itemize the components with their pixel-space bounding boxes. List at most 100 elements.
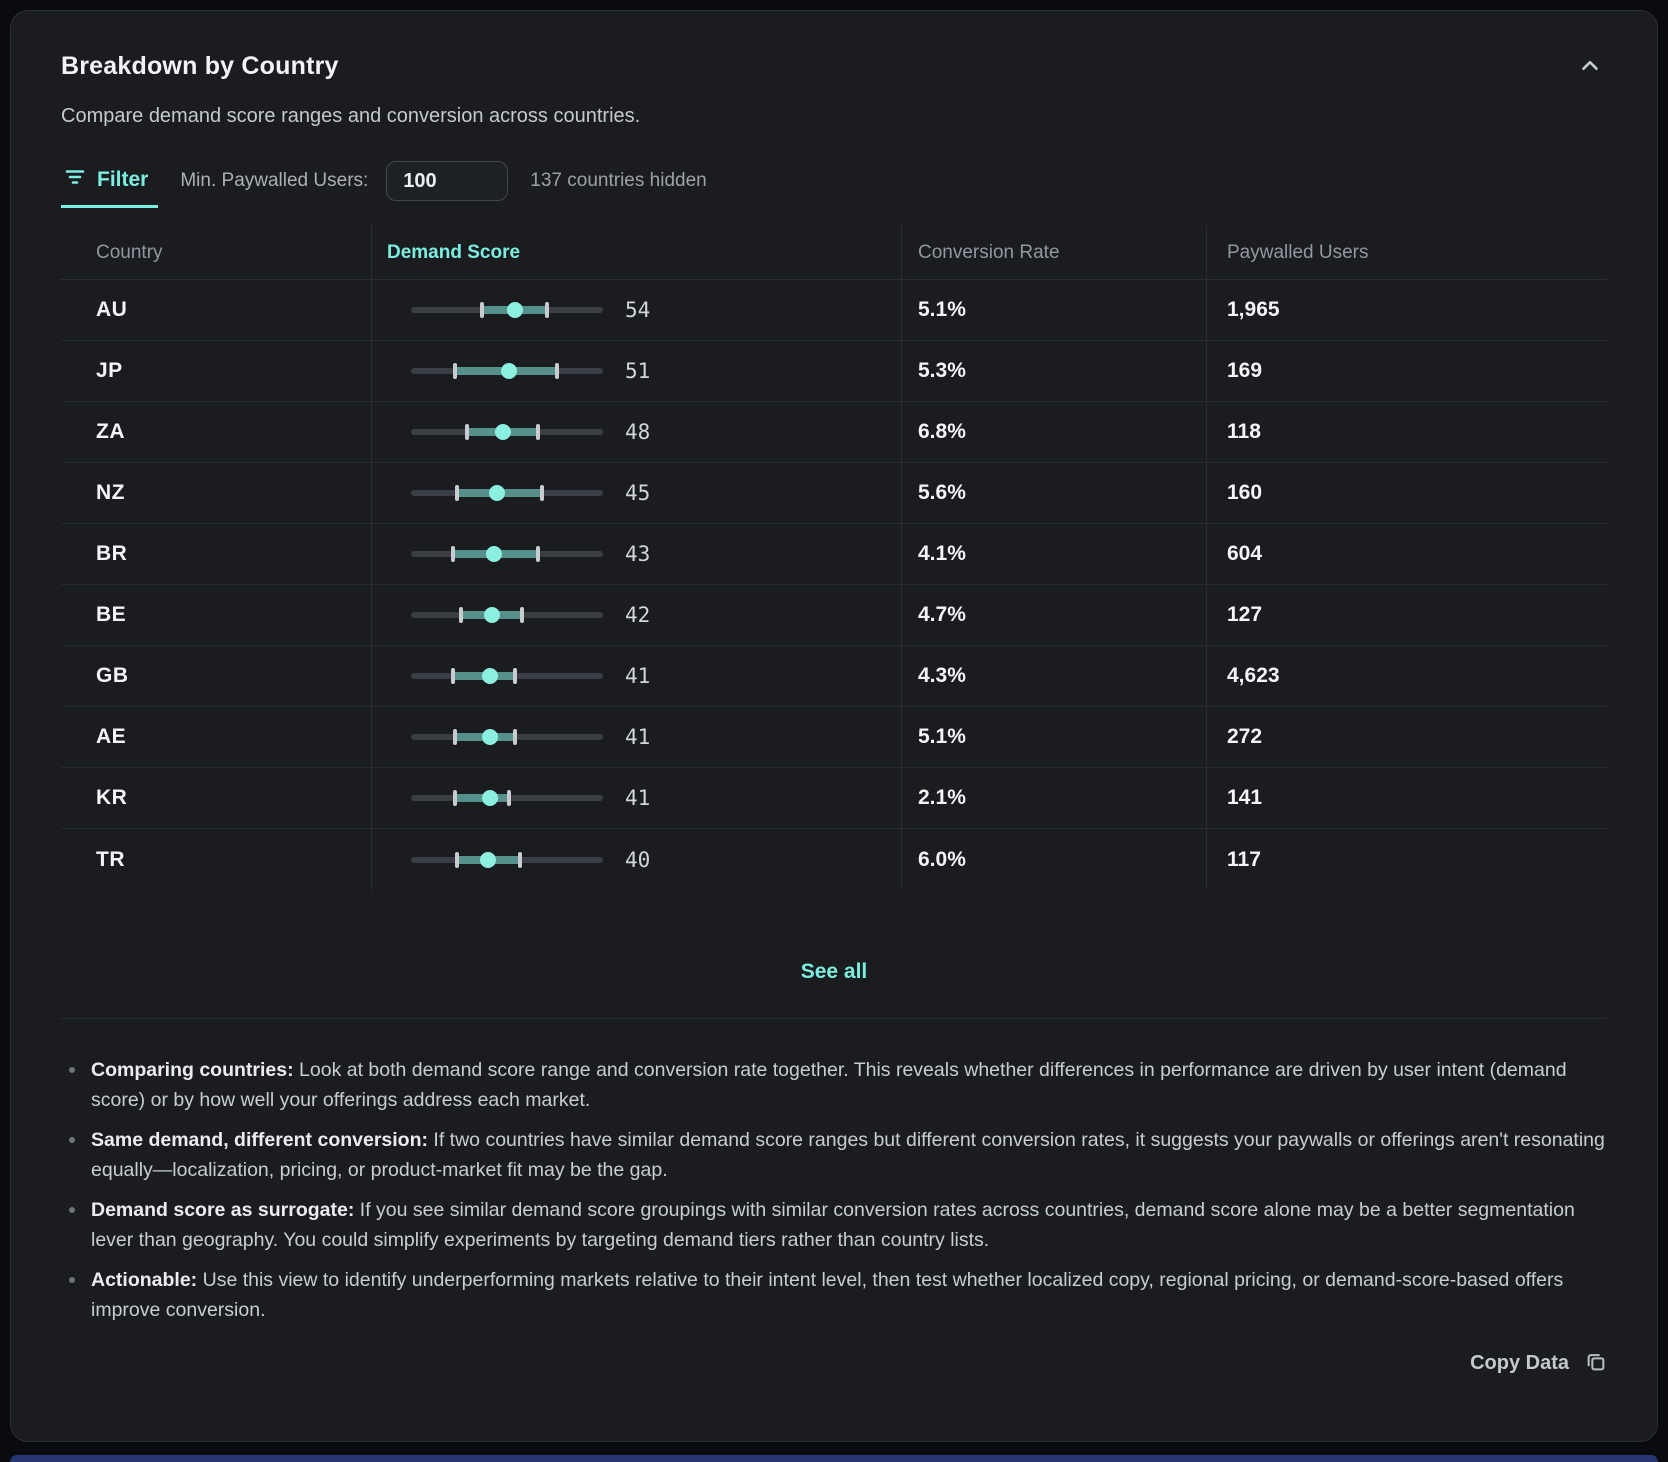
next-card-peek — [10, 1455, 1658, 1462]
slider-min-whisker — [465, 424, 469, 440]
note-lead: Actionable: — [91, 1269, 197, 1291]
conversion-rate-value: 4.7% — [918, 603, 966, 627]
country-code: AU — [96, 298, 127, 322]
filter-tab-label: Filter — [97, 168, 148, 192]
paywalled-users-value: 604 — [1227, 542, 1262, 566]
conversion-rate-value: 6.8% — [918, 420, 966, 444]
copy-icon — [1585, 1351, 1607, 1376]
slider-min-whisker — [451, 546, 455, 562]
min-paywalled-users-label: Min. Paywalled Users: — [180, 170, 368, 192]
column-header-country[interactable]: Country — [96, 242, 163, 264]
country-table: Country Demand Score Conversion Rate Pay… — [61, 226, 1607, 890]
card-subtitle: Compare demand score ranges and conversi… — [61, 105, 1607, 128]
slider-max-whisker — [513, 668, 517, 684]
slider-score-dot — [489, 485, 505, 501]
paywalled-users-value: 117 — [1227, 848, 1261, 872]
demand-score-range-slider — [411, 725, 603, 749]
table-row: NZ 45 5.6% 160 — [61, 463, 1607, 524]
slider-max-whisker — [545, 302, 549, 318]
slider-min-whisker — [453, 790, 457, 806]
card-header: Breakdown by Country — [61, 49, 1607, 83]
table-row: BR 43 4.1% 604 — [61, 524, 1607, 585]
note-text: Look at both demand score range and conv… — [91, 1059, 1567, 1111]
paywalled-users-value: 169 — [1227, 359, 1262, 383]
slider-min-whisker — [453, 363, 457, 379]
conversion-rate-value: 4.3% — [918, 664, 966, 688]
country-code: GB — [96, 664, 129, 688]
demand-score-range-slider — [411, 298, 603, 322]
demand-score-value: 54 — [625, 298, 650, 322]
table-row: BE 42 4.7% 127 — [61, 585, 1607, 646]
conversion-rate-value: 5.1% — [918, 298, 966, 322]
slider-min-whisker — [480, 302, 484, 318]
paywalled-users-value: 118 — [1227, 420, 1261, 444]
hidden-countries-summary: 137 countries hidden — [530, 170, 706, 192]
slider-max-whisker — [540, 485, 544, 501]
min-paywalled-users-input[interactable] — [386, 161, 508, 201]
slider-max-whisker — [555, 363, 559, 379]
conversion-rate-value: 2.1% — [918, 786, 966, 810]
paywalled-users-value: 4,623 — [1227, 664, 1280, 688]
slider-score-dot — [484, 607, 500, 623]
card-footer: Copy Data — [61, 1351, 1607, 1376]
note-lead: Comparing countries: — [91, 1059, 294, 1081]
slider-max-whisker — [513, 729, 517, 745]
conversion-rate-value: 4.1% — [918, 542, 966, 566]
collapse-button[interactable] — [1573, 49, 1607, 83]
demand-score-range-slider — [411, 481, 603, 505]
country-code: NZ — [96, 481, 125, 505]
demand-score-range-slider — [411, 786, 603, 810]
demand-score-range-slider — [411, 603, 603, 627]
slider-score-dot — [482, 790, 498, 806]
slider-score-dot — [480, 852, 496, 868]
note-lead: Same demand, different conversion: — [91, 1129, 428, 1151]
slider-min-whisker — [451, 668, 455, 684]
paywalled-users-value: 127 — [1227, 603, 1262, 627]
table-row: AE 41 5.1% 272 — [61, 707, 1607, 768]
slider-max-whisker — [536, 424, 540, 440]
conversion-rate-value: 5.6% — [918, 481, 966, 505]
slider-score-dot — [507, 302, 523, 318]
slider-max-whisker — [520, 607, 524, 623]
column-header-conversion-rate[interactable]: Conversion Rate — [918, 242, 1060, 264]
conversion-rate-value: 5.1% — [918, 725, 966, 749]
table-row: ZA 48 6.8% 118 — [61, 402, 1607, 463]
slider-min-whisker — [459, 607, 463, 623]
demand-score-value: 41 — [625, 725, 650, 749]
breakdown-card: Breakdown by Country Compare demand scor… — [10, 10, 1658, 1442]
demand-score-value: 48 — [625, 420, 650, 444]
insight-note: Demand score as surrogate: If you see si… — [61, 1195, 1607, 1255]
country-code: BE — [96, 603, 126, 627]
table-row: TR 40 6.0% 117 — [61, 829, 1607, 890]
table-row: JP 51 5.3% 169 — [61, 341, 1607, 402]
note-lead: Demand score as surrogate: — [91, 1199, 354, 1221]
slider-min-whisker — [455, 852, 459, 868]
slider-min-whisker — [455, 485, 459, 501]
insight-note: Comparing countries: Look at both demand… — [61, 1055, 1607, 1115]
see-all-link[interactable]: See all — [801, 960, 868, 984]
demand-score-value: 41 — [625, 786, 650, 810]
slider-max-whisker — [507, 790, 511, 806]
country-code: BR — [96, 542, 127, 566]
filter-tab[interactable]: Filter — [61, 154, 158, 208]
table-row: GB 41 4.3% 4,623 — [61, 646, 1607, 707]
demand-score-value: 40 — [625, 848, 650, 872]
column-header-demand-score[interactable]: Demand Score — [387, 242, 520, 264]
table-row: KR 41 2.1% 141 — [61, 768, 1607, 829]
paywalled-users-value: 160 — [1227, 481, 1262, 505]
copy-data-label: Copy Data — [1470, 1352, 1569, 1375]
copy-data-button[interactable]: Copy Data — [1470, 1351, 1607, 1376]
column-header-paywalled-users[interactable]: Paywalled Users — [1227, 242, 1369, 264]
slider-score-dot — [482, 668, 498, 684]
slider-min-whisker — [453, 729, 457, 745]
chevron-up-icon — [1577, 67, 1603, 82]
section-divider — [61, 1018, 1607, 1019]
slider-score-dot — [482, 729, 498, 745]
filter-icon — [63, 165, 87, 194]
conversion-rate-value: 5.3% — [918, 359, 966, 383]
country-code: AE — [96, 725, 126, 749]
country-code: ZA — [96, 420, 125, 444]
demand-score-range-slider — [411, 420, 603, 444]
slider-score-dot — [495, 424, 511, 440]
table-body: AU 54 5.1% 1,965 JP 51 5.3% — [61, 280, 1607, 890]
